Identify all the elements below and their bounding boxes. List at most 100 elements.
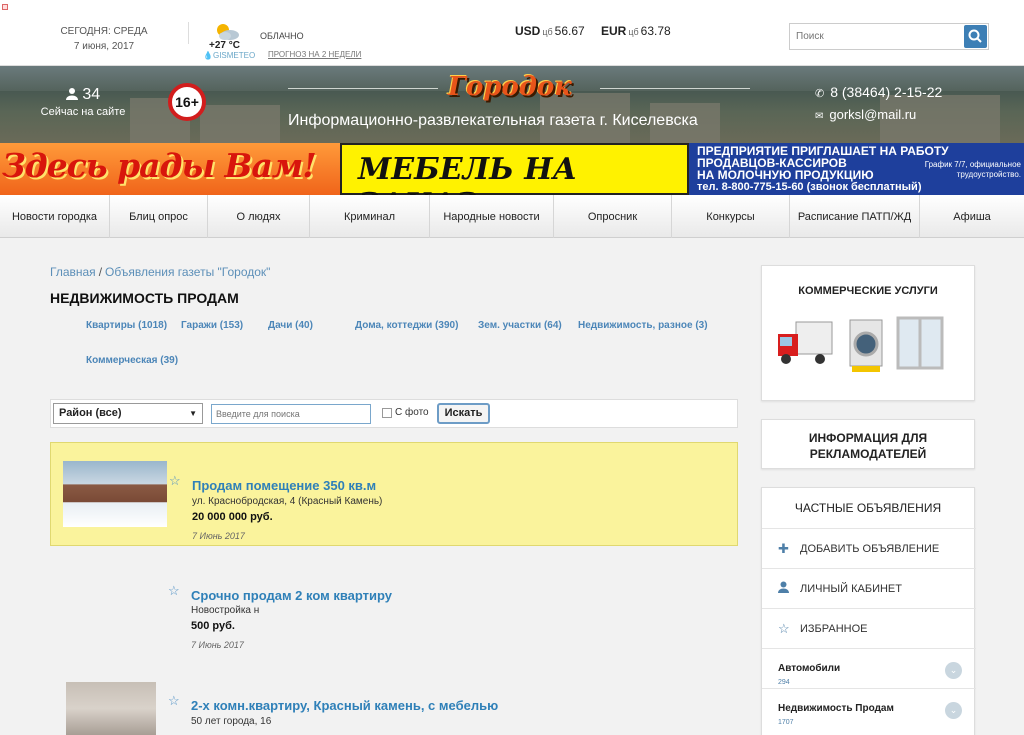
category-misc[interactable]: Недвижимость, разное (3) (578, 320, 708, 331)
ad-banner-furniture[interactable]: МЕБЕЛЬ НА ЗАКАЗ (340, 143, 689, 222)
listing-photo[interactable] (66, 682, 156, 735)
category-houses[interactable]: Дома, коттеджи (390) (355, 320, 458, 331)
nav-item-public-news[interactable]: Народные новости (430, 195, 554, 238)
listing-date: 7 Июнь 2017 (192, 531, 245, 541)
forecast-link[interactable]: ПРОГНОЗ НА 2 НЕДЕЛИ (268, 50, 361, 59)
listing-item: ☆ Продам помещение 350 кв.м ул. Краснобр… (50, 442, 738, 546)
phone-icon: ✆ (815, 88, 825, 100)
listing-title[interactable]: Продам помещение 350 кв.м (192, 478, 376, 493)
nav-item-events[interactable]: Афиша (920, 195, 1024, 238)
sidebar-category-cars[interactable]: Автомобили 294 ⌄ (762, 648, 976, 688)
today-label: СЕГОДНЯ: СРЕДА (60, 26, 148, 37)
listing-address: Новостройка н (191, 605, 260, 616)
online-label: Сейчас на сайте (40, 106, 126, 118)
favorite-star-icon[interactable]: ☆ (168, 693, 180, 709)
chevron-down-icon[interactable]: ⌄ (945, 662, 962, 679)
category-count: 294 (778, 679, 790, 686)
listing-filter: Район (все)▼ С фото Искать (50, 399, 738, 428)
drop-icon: 💧 (203, 51, 213, 60)
online-counter: 34 Сейчас на сайте (38, 86, 128, 118)
search-submit-button[interactable]: Искать (437, 403, 490, 424)
private-ads-title: ЧАСТНЫЕ ОБЪЯВЛЕНИЯ (794, 501, 942, 515)
contact-phone: ✆ 8 (38464) 2-15-22 (815, 84, 943, 100)
listing-address: ул. Краснобродская, 4 (Красный Камень) (192, 496, 383, 507)
favorite-star-icon[interactable]: ☆ (168, 583, 180, 599)
usd-rate: USD цб 56.67 (515, 24, 585, 38)
photo-checkbox-label: С фото (395, 407, 429, 418)
nav-item-contests[interactable]: Конкурсы (672, 195, 790, 238)
photo-checkbox[interactable] (382, 408, 392, 418)
usd-label: USD (515, 24, 541, 38)
breadcrumb-home[interactable]: Главная (50, 265, 96, 279)
page-title: НЕДВИЖИМОСТЬ ПРОДАМ (50, 290, 239, 306)
top-bar: СЕГОДНЯ: СРЕДА 7 июня, 2017 +27 °C 💧GISM… (0, 0, 1024, 66)
user-icon (778, 581, 789, 596)
category-land[interactable]: Зем. участки (64) (478, 320, 562, 331)
favorites-link[interactable]: ☆ ИЗБРАННОЕ (762, 608, 976, 648)
dropdown-arrow-icon: ▼ (189, 409, 197, 418)
ad-strip: Здесь рады Вам! МЕБЕЛЬ НА ЗАКАЗ ПРЕДПРИЯ… (0, 143, 1024, 222)
search-icon (968, 29, 982, 43)
keyword-input[interactable] (211, 404, 371, 424)
today-date: 7 июня, 2017 (73, 41, 135, 52)
advertisers-info-box[interactable]: ИНФОРМАЦИЯ ДЛЯ РЕКЛАМОДАТЕЛЕЙ (761, 419, 975, 469)
listing-photo[interactable] (63, 461, 167, 527)
search-button[interactable] (964, 25, 987, 48)
category-dachas[interactable]: Дачи (40) (268, 320, 313, 331)
listing-date: 7 Июнь 2017 (191, 640, 244, 650)
sidebar-category-realty[interactable]: Недвижимость Продам 1707 ⌄ (762, 688, 976, 728)
listing-address: 50 лет города, 16 (191, 716, 272, 727)
chevron-down-icon[interactable]: ⌄ (945, 702, 962, 719)
favorite-star-icon[interactable]: ☆ (169, 473, 181, 489)
eur-value: 63.78 (640, 24, 671, 38)
mail-icon: ✉ (815, 111, 824, 122)
age-rating-badge: 16+ (168, 83, 206, 121)
nav-item-news[interactable]: Новости городка (0, 195, 110, 238)
ad-banner-jobs[interactable]: ПРЕДПРИЯТИЕ ПРИГЛАШАЕТ НА РАБОТУ ПРОДАВЦ… (689, 143, 1024, 195)
nav-item-poll[interactable]: Блиц опрос (110, 195, 208, 238)
personal-cabinet-link[interactable]: ЛИЧНЫЙ КАБИНЕТ (762, 568, 976, 608)
listing-item: ☆ 2-х комн.квартиру, Красный камень, с м… (50, 682, 738, 735)
logo-rule (600, 88, 750, 89)
add-ad-link[interactable]: ✚ ДОБАВИТЬ ОБЪЯВЛЕНИЕ (762, 528, 976, 568)
logo-rule (288, 88, 438, 89)
commercial-services-box[interactable]: КОММЕРЧЕСКИЕ УСЛУГИ (761, 265, 975, 401)
category-apartments[interactable]: Квартиры (1018) (86, 320, 167, 331)
site-logo[interactable]: Городок (448, 72, 572, 102)
category-commercial[interactable]: Коммерческая (39) (86, 355, 178, 366)
ad-jobs-schedule: График 7/7, официальное трудоустройство. (924, 160, 1021, 179)
listing-title[interactable]: 2-х комн.квартиру, Красный камень, с меб… (191, 698, 498, 713)
nav-item-schedule[interactable]: Расписание ПАТП/ЖД (790, 195, 920, 238)
breadcrumb-section[interactable]: Объявления газеты "Городок" (105, 265, 270, 279)
advertisers-info-title: ИНФОРМАЦИЯ ДЛЯ РЕКЛАМОДАТЕЛЕЙ (808, 431, 928, 461)
today-block: СЕГОДНЯ: СРЕДА 7 июня, 2017 (56, 24, 152, 54)
contact-email[interactable]: ✉ gorksl@mail.ru (815, 107, 916, 122)
nav-item-crime[interactable]: Криминал (310, 195, 430, 238)
star-icon: ☆ (778, 621, 790, 636)
user-icon (65, 88, 78, 100)
temperature: +27 °C (209, 40, 240, 51)
online-count: 34 (38, 86, 128, 104)
search-input[interactable] (790, 24, 962, 49)
nav-item-survey[interactable]: Опросник (554, 195, 672, 238)
services-illustration (778, 316, 944, 372)
partly-cloudy-icon (217, 24, 239, 40)
site-search (789, 23, 989, 50)
usd-value: 56.67 (554, 24, 585, 38)
private-ads-panel: ЧАСТНЫЕ ОБЪЯВЛЕНИЯ ✚ ДОБАВИТЬ ОБЪЯВЛЕНИЕ… (761, 487, 976, 735)
corner-marker (2, 4, 8, 10)
ad-banner-welcome[interactable]: Здесь рады Вам! (0, 143, 340, 195)
nav-item-people[interactable]: О людях (208, 195, 310, 238)
weather-provider: 💧GISMETEO (203, 51, 256, 60)
listing-price: 500 руб. (191, 620, 235, 632)
district-select[interactable]: Район (все) ▼ (53, 403, 203, 424)
eur-rate: EUR цб 63.78 (601, 24, 671, 38)
main-nav: Новости городка Блиц опрос О людях Крими… (0, 195, 1024, 238)
eur-label: EUR (601, 24, 627, 38)
listing-title[interactable]: Срочно продам 2 ком квартиру (191, 588, 392, 603)
breadcrumb: Главная / Объявления газеты "Городок" (50, 265, 271, 279)
category-garages[interactable]: Гаражи (153) (181, 320, 243, 331)
category-count: 1707 (778, 719, 794, 726)
plus-icon: ✚ (778, 541, 789, 556)
site-tagline: Информационно-развлекательная газета г. … (288, 112, 698, 129)
